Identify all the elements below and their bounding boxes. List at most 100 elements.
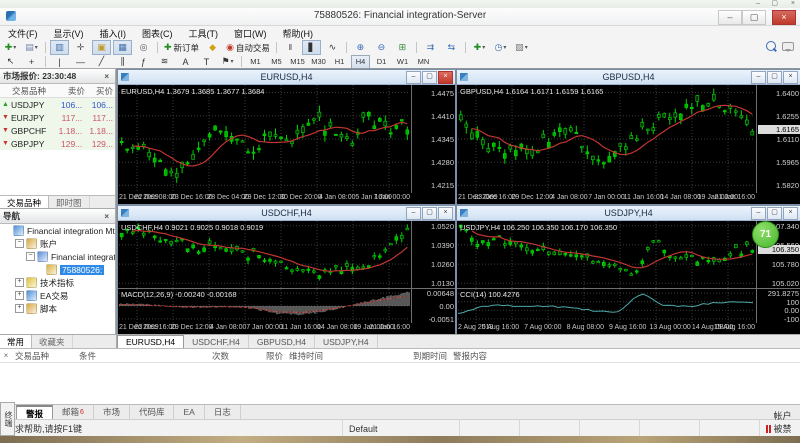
toolbar-navigator-toggle-icon[interactable]: ▣ [92,40,111,55]
terminal-tab[interactable]: 市场 [94,405,130,419]
chart-tab[interactable]: EURUSD,H4 [117,335,185,349]
tool-cursor-icon[interactable]: ↖ [1,54,20,69]
market-watch-column-header[interactable]: 卖价 [59,85,87,97]
toolbar-terminal-toggle-icon[interactable]: ▦ [113,40,132,55]
toolbar-metaeditor-icon[interactable]: ◆ [203,40,222,55]
chart-tab[interactable]: USDJPY,H4 [315,335,378,349]
navigator-item[interactable]: Financial integration Mt4 [0,224,115,237]
timeframe-d1[interactable]: D1 [372,55,391,69]
timeframe-h1[interactable]: H1 [330,55,349,69]
tool-crosshair-icon[interactable]: + [22,54,41,69]
search-icon[interactable] [766,41,776,51]
app-minimize-button[interactable]: – [718,10,742,25]
chart-tab[interactable]: GBPUSD,H4 [249,335,315,349]
navigator-close-icon[interactable]: × [101,211,112,222]
terminal-tab[interactable]: 代码库 [130,405,175,419]
market-watch-close-icon[interactable]: × [101,71,112,82]
tool-text-icon[interactable]: A [176,54,195,69]
toolbar-bar-chart-mode-icon[interactable]: ‖ [281,40,300,55]
terminal-close-icon[interactable]: × [0,351,12,360]
menu-item[interactable]: 帮助(H) [275,27,322,40]
chart-minimize-button[interactable]: – [751,71,766,84]
menu-item[interactable]: 工具(T) [181,27,227,40]
terminal-side-tab[interactable]: 终端 [0,402,15,436]
toolbar-new-order-icon[interactable]: ✚ 新订单 [162,40,201,55]
chart-window-gbpusd[interactable]: GBPUSD,H4 – ▢ × GBPUSD,H4 1.6164 1.6171 1.61… [456,69,800,205]
toolbar-autotrading-icon[interactable]: ◉ 自动交易 [224,40,272,55]
tree-expander-icon[interactable]: − [26,252,35,261]
chart-window-usdchf[interactable]: USDCHF,H4 – ▢ × USDCHF,H4 0.9021 0.9025 0.90… [117,205,456,335]
menu-item[interactable]: 文件(F) [0,27,46,40]
toolbar-data-window-icon[interactable]: ✛ [71,40,90,55]
toolbar-zoom-in-icon[interactable]: ⊕ [351,40,370,55]
tool-fibonacci-icon[interactable]: ƒ [134,54,153,69]
chart-close-button[interactable]: × [783,71,798,84]
tool-equidistant-channel-icon[interactable]: ∥ [113,54,132,69]
toolbar-indicators-list-icon[interactable]: ✚ ▾ [470,40,489,55]
outer-maximize-button[interactable]: ▢ [771,0,778,8]
market-watch-row[interactable]: ▼ GBPJPY 129... 129... [0,137,115,150]
menu-item[interactable]: 图表(C) [134,27,181,40]
chart-close-button[interactable]: × [783,207,798,220]
toolbar-tile-windows-icon[interactable]: ⊞ [393,40,412,55]
terminal-tab[interactable]: 日志 [205,405,241,419]
chart-close-button[interactable]: × [438,207,453,220]
chart-window-eurusd[interactable]: EURUSD,H4 – ▢ × EURUSD,H4 1.3679 1.3685 1.36… [117,69,456,205]
toolbar-periods-icon[interactable]: ◷ ▾ [491,40,510,55]
app-close-button[interactable]: × [772,10,796,25]
navigator-item[interactable]: − Financial integratio [0,250,115,263]
chart-minimize-button[interactable]: – [406,71,421,84]
navigator-item[interactable]: 75880526: [0,263,115,276]
toolbar-zoom-out-icon[interactable]: ⊖ [372,40,391,55]
terminal-tab[interactable]: EA [174,405,205,419]
toolbar-profiles-icon[interactable]: ▤ ▾ [22,40,41,55]
menu-item[interactable]: 插入(I) [92,27,135,40]
chart-tab[interactable]: USDCHF,H4 [184,335,249,349]
tool-vertical-line-icon[interactable]: | [50,54,69,69]
menu-item[interactable]: 显示(V) [46,27,92,40]
toolbar-new-chart-icon[interactable]: ✚ ▾ [1,40,20,55]
chart-window-usdjpy[interactable]: USDJPY,H4 – ▢ × USDJPY,H4 106.250 106.350 10… [456,205,800,335]
timeframe-m1[interactable]: M1 [246,55,265,69]
tree-expander-icon[interactable]: + [15,278,24,287]
market-watch-row[interactable]: ▼ EURJPY 117... 117... [0,111,115,124]
menu-item[interactable]: 窗口(W) [226,27,275,40]
notification-badge[interactable]: 71 [752,221,779,248]
tool-arrows-icon[interactable]: ⚑ ▾ [218,54,237,69]
market-watch-row[interactable]: ▼ GBPCHF 1.18... 1.18... [0,124,115,137]
toolbar-strategy-tester-icon[interactable]: ◎ [134,40,153,55]
navigator-item[interactable]: − 账户 [0,237,115,250]
outer-close-button[interactable]: × [791,0,795,8]
tree-expander-icon[interactable]: + [15,304,24,313]
app-restore-button[interactable]: ▢ [742,10,766,25]
price-chart-canvas[interactable] [458,85,755,193]
timeframe-w1[interactable]: W1 [393,55,412,69]
toolbar-candlestick-mode-icon[interactable]: ▋ [301,40,321,55]
navigator-tab[interactable]: 常用 [0,335,33,349]
navigator-item[interactable]: + EA交易 [0,289,115,302]
market-watch-column-header[interactable]: 买价 [87,85,115,97]
chart-close-button[interactable]: × [438,71,453,84]
toolbar-line-chart-mode-icon[interactable]: ∿ [323,40,342,55]
navigator-item[interactable]: + 技术指标 [0,276,115,289]
terminal-tab[interactable]: 邮箱 6 [53,405,94,419]
timeframe-m5[interactable]: M5 [267,55,286,69]
tree-expander-icon[interactable]: + [15,291,24,300]
chat-icon[interactable] [782,41,794,52]
toolbar-templates-icon[interactable]: ▨ ▾ [512,40,531,55]
chart-minimize-button[interactable]: – [751,207,766,220]
toolbar-market-watch-toggle-icon[interactable]: ▥ [50,40,69,55]
timeframe-m15[interactable]: M15 [288,55,307,69]
toolbar-chart-shift-icon[interactable]: ⇆ [442,40,461,55]
navigator-tab[interactable]: 收藏夹 [32,335,73,349]
chart-restore-button[interactable]: ▢ [767,207,782,220]
chart-restore-button[interactable]: ▢ [422,207,437,220]
tool-text-label-icon[interactable]: T [197,54,216,69]
timeframe-mn[interactable]: MN [414,55,433,69]
chart-restore-button[interactable]: ▢ [422,71,437,84]
timeframe-m30[interactable]: M30 [309,55,328,69]
market-watch-column-header[interactable]: 交易品种 [0,85,59,97]
chart-window-titlebar[interactable]: GBPUSD,H4 – ▢ × [457,70,800,85]
tool-horizontal-line-icon[interactable]: ― [71,54,90,69]
outer-minimize-button[interactable]: – [756,0,760,8]
